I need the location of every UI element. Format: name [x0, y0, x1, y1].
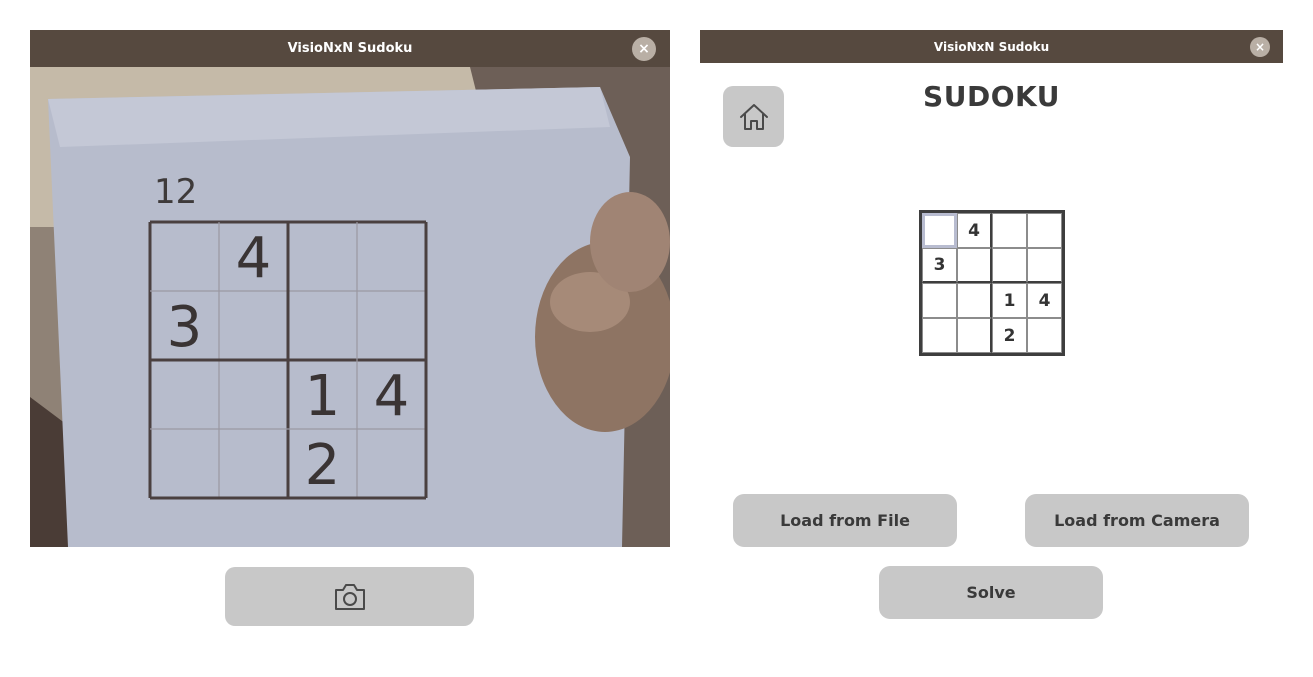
- paper-digit: 3: [167, 295, 203, 360]
- sudoku-cell[interactable]: 3: [922, 248, 957, 283]
- sudoku-cell[interactable]: [957, 318, 992, 353]
- sudoku-cell[interactable]: [957, 283, 992, 318]
- app-window-titlebar[interactable]: VisioNxN Sudoku ×: [700, 30, 1283, 63]
- load-from-camera-button[interactable]: Load from Camera: [1025, 494, 1249, 547]
- paper-digit: 1: [305, 364, 341, 429]
- sudoku-cell[interactable]: [1027, 248, 1062, 283]
- capture-button[interactable]: [225, 567, 474, 626]
- sudoku-cell[interactable]: [957, 248, 992, 283]
- app-window-title: VisioNxN Sudoku: [933, 39, 1050, 54]
- sudoku-cell[interactable]: [1027, 213, 1062, 248]
- sudoku-cell[interactable]: 1: [992, 283, 1027, 318]
- sudoku-cell[interactable]: [992, 248, 1027, 283]
- app-window-close-button[interactable]: ×: [1250, 36, 1270, 57]
- sudoku-cell[interactable]: [922, 213, 957, 248]
- solve-button[interactable]: Solve: [879, 566, 1103, 619]
- load-from-file-button[interactable]: Load from File: [733, 494, 957, 547]
- camera-window-titlebar[interactable]: VisioNxN Sudoku ×: [30, 30, 670, 67]
- sudoku-app-window: VisioNxN Sudoku × SUDOKU 43142 Load from…: [700, 30, 1283, 670]
- camera-icon: [334, 583, 365, 610]
- camera-window-close-button[interactable]: ×: [632, 36, 656, 61]
- sudoku-cell[interactable]: 2: [992, 318, 1027, 353]
- camera-window-title: VisioNxN Sudoku: [287, 41, 413, 56]
- page-title: SUDOKU: [923, 80, 1060, 113]
- paper-digit: 2: [305, 433, 341, 498]
- camera-feed-image: 12431 42: [30, 67, 670, 547]
- camera-feed: 12 4 3 1 4 2: [30, 67, 670, 547]
- sudoku-cell[interactable]: 4: [957, 213, 992, 248]
- home-button[interactable]: [723, 86, 784, 147]
- sudoku-cell[interactable]: [922, 318, 957, 353]
- paper-digit: 4: [236, 226, 272, 291]
- sudoku-cell[interactable]: [1027, 318, 1062, 353]
- sudoku-cell[interactable]: [992, 213, 1027, 248]
- close-icon: ×: [1254, 39, 1266, 54]
- home-icon: [739, 103, 768, 130]
- paper-label: 12: [154, 172, 197, 212]
- camera-window: VisioNxN Sudoku × 12 4 3 1 4 2: [30, 30, 670, 547]
- sudoku-grid: 43142: [919, 210, 1065, 356]
- sudoku-cell[interactable]: 4: [1027, 283, 1062, 318]
- sudoku-cell[interactable]: [922, 283, 957, 318]
- paper-digit: 4: [374, 364, 410, 429]
- close-icon: ×: [638, 40, 650, 57]
